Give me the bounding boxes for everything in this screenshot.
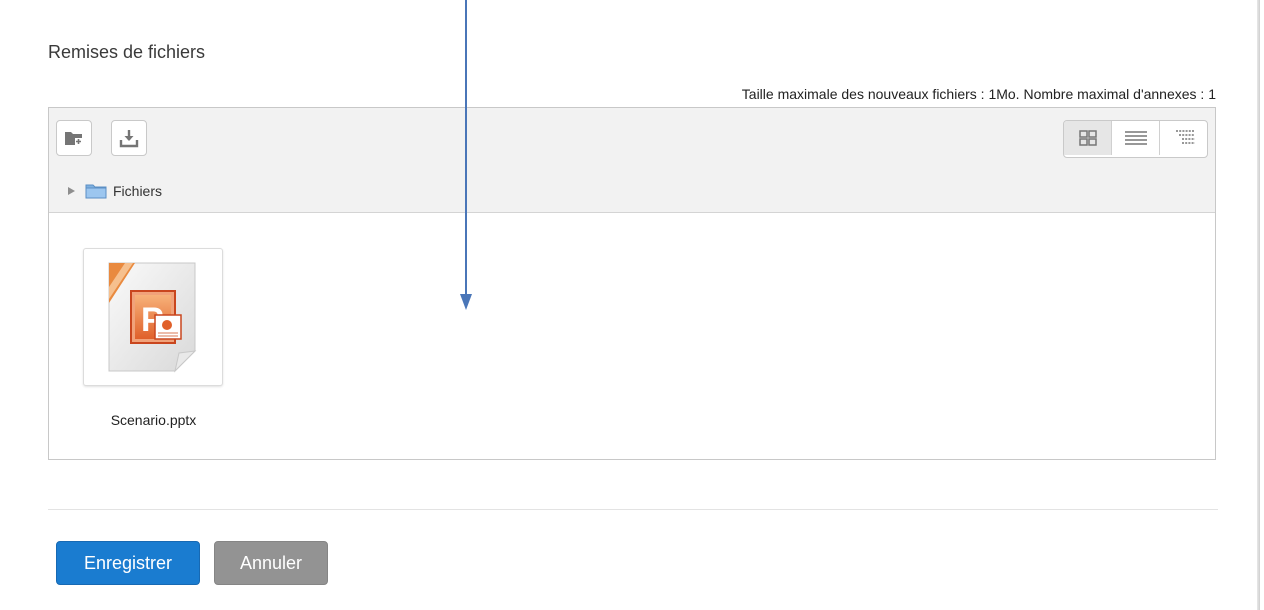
file-item[interactable]: P Scenario.pptx (83, 248, 225, 428)
file-manager: Fichiers P Scenario.pptx (48, 107, 1216, 460)
icon-view-icon (1078, 130, 1097, 146)
download-all-button[interactable] (111, 120, 147, 156)
path-bar: Fichiers (49, 170, 1215, 213)
view-mode-switcher (1063, 120, 1208, 158)
folder-icon (85, 183, 107, 199)
section-title: Remises de fichiers (48, 42, 206, 62)
folder-path-label[interactable]: Fichiers (113, 183, 162, 199)
page-edge (1257, 0, 1260, 610)
file-manager-toolbar (49, 108, 1215, 171)
save-button[interactable]: Enregistrer (56, 541, 200, 585)
cancel-button[interactable]: Annuler (214, 541, 328, 585)
powerpoint-file-icon: P (108, 262, 197, 373)
view-icons-button[interactable] (1064, 121, 1112, 155)
view-tree-button[interactable] (1160, 121, 1207, 155)
download-icon (119, 130, 139, 148)
folder-add-icon (65, 132, 82, 145)
list-view-icon (1124, 131, 1147, 145)
file-list-area: P Scenario.pptx (49, 212, 1215, 459)
add-folder-button[interactable] (56, 120, 92, 156)
file-thumbnail: P (83, 248, 223, 386)
file-limits-text: Taille maximale des nouveaux fichiers : … (741, 86, 1216, 102)
file-name-label: Scenario.pptx (110, 412, 197, 428)
expand-arrow-icon[interactable] (68, 187, 75, 195)
form-divider (48, 509, 1218, 510)
tree-view-icon (1175, 130, 1195, 144)
view-list-button[interactable] (1112, 121, 1160, 155)
